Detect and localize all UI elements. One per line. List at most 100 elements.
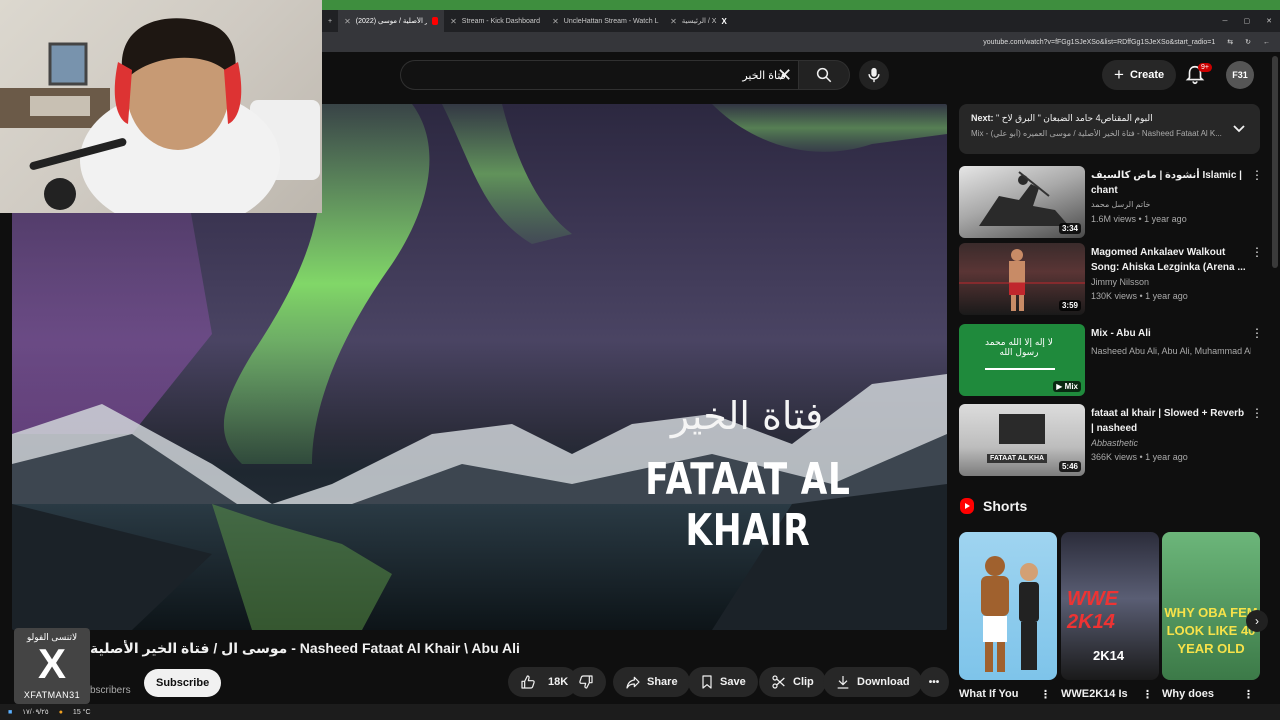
up-next-title: " البوم المقناص4 حامد الضبعان " البرق لا… bbox=[996, 113, 1153, 123]
maximize-icon[interactable]: ▢ bbox=[1244, 17, 1251, 25]
download-label: Download bbox=[857, 676, 910, 688]
video-duration: 3:34 bbox=[1058, 223, 1081, 234]
channel-name[interactable]: خاتم الرسل محمد bbox=[1091, 200, 1251, 209]
short-title[interactable]: Why does bbox=[1162, 688, 1214, 700]
tab-kick-dashboard[interactable]: ✕ Stream - Kick Dashboard bbox=[444, 10, 546, 32]
subscribe-button[interactable]: Subscribe bbox=[144, 669, 222, 697]
search-input[interactable]: فتاة الخير bbox=[400, 60, 798, 90]
x-logo-icon: X bbox=[37, 640, 66, 687]
shorts-icon bbox=[960, 498, 974, 514]
video-thumbnail[interactable]: 3:59 bbox=[959, 243, 1085, 315]
video-title[interactable]: fataat al khair | Slowed + Reverb | nash… bbox=[1091, 406, 1246, 436]
shorts-label: Shorts bbox=[983, 498, 1028, 514]
tab-label: الرئيسية / X bbox=[681, 18, 717, 25]
thumbnail-text: FATAAT AL KHA bbox=[987, 454, 1048, 463]
list-item[interactable]: 3:34 أنشودة | ماض كالسيف Islamic | chant… bbox=[959, 166, 1269, 238]
back-icon[interactable]: ← bbox=[1263, 39, 1270, 46]
voice-search-button[interactable] bbox=[859, 60, 889, 90]
video-title: موسى ال / فتاة الخير الأصلية - Nasheed F… bbox=[90, 640, 520, 656]
vertical-dots-icon[interactable]: ⋮ bbox=[1251, 246, 1263, 258]
vertical-dots-icon[interactable]: ⋮ bbox=[1040, 688, 1051, 701]
plus-icon: + bbox=[1114, 65, 1124, 84]
thumbs-up-icon bbox=[521, 675, 535, 689]
share-button[interactable]: Share bbox=[613, 667, 690, 697]
download-icon bbox=[837, 676, 849, 689]
channel-name[interactable]: Jimmy Nilsson bbox=[1091, 277, 1251, 287]
tab-label: فتاة الخير الأصلية / موسى (2022) bbox=[355, 18, 428, 25]
short-thumbnail-art bbox=[981, 556, 1039, 672]
vertical-dots-icon[interactable]: ⋮ bbox=[1251, 327, 1263, 339]
channel-name[interactable]: Nasheed Abu Ali, Abu Ali, Muhammad Al ..… bbox=[1091, 346, 1251, 356]
video-thumbnail[interactable]: FATAAT AL KHA 5:46 bbox=[959, 404, 1085, 476]
thumbs-down-icon bbox=[579, 675, 593, 689]
search-icon bbox=[816, 67, 832, 83]
up-next-card[interactable]: Next: " البوم المقناص4 حامد الضبعان " ال… bbox=[959, 104, 1260, 154]
video-thumbnail[interactable]: 3:34 bbox=[959, 166, 1085, 238]
list-item[interactable]: لا إله إلا الله محمد رسول الله ▶ Mix Mix… bbox=[959, 324, 1269, 396]
subscriber-count: bscribers bbox=[90, 685, 131, 696]
close-tab-icon[interactable]: ✕ bbox=[450, 17, 457, 26]
taskbar-date: ١٧/٠٩/٢٥ bbox=[22, 709, 49, 716]
list-item[interactable]: 3:59 Magomed Ankalaev Walkout Song: Ahis… bbox=[959, 243, 1269, 315]
video-meta: 130K views • 1 year ago bbox=[1091, 291, 1188, 301]
short-card[interactable]: WHY OBA FEM LOOK LIKE 40 YEAR OLD bbox=[1162, 532, 1260, 680]
create-label: Create bbox=[1129, 69, 1165, 81]
create-button[interactable]: + Create bbox=[1102, 60, 1177, 90]
video-title[interactable]: Mix - Abu Ali bbox=[1091, 326, 1246, 341]
save-button[interactable]: Save bbox=[688, 667, 758, 697]
video-title[interactable]: أنشودة | ماض كالسيف Islamic | chant bbox=[1091, 168, 1246, 198]
shorts-next-button[interactable]: › bbox=[1246, 610, 1268, 632]
account-avatar[interactable]: F31 bbox=[1226, 61, 1254, 89]
search-button[interactable] bbox=[798, 60, 850, 90]
minimize-icon[interactable]: ─ bbox=[1223, 18, 1228, 25]
short-card[interactable]: WWE 2K14 2K14 bbox=[1061, 532, 1159, 680]
windows-start-icon[interactable]: ■ bbox=[8, 709, 12, 716]
tab-new[interactable]: + bbox=[322, 10, 338, 32]
mix-thumbnail[interactable]: لا إله إلا الله محمد رسول الله ▶ Mix bbox=[959, 324, 1085, 396]
share-icon bbox=[626, 676, 640, 689]
tab-youtube[interactable]: ✕ فتاة الخير الأصلية / موسى (2022) bbox=[338, 10, 445, 32]
close-tab-icon[interactable]: ✕ bbox=[552, 17, 559, 26]
download-button[interactable]: Download bbox=[823, 667, 922, 697]
video-overlay-arabic-title: فتاة الخير bbox=[670, 394, 824, 438]
vertical-dots-icon[interactable]: ⋮ bbox=[1251, 169, 1263, 181]
flag-sword bbox=[985, 368, 1055, 370]
webcam-scene-art bbox=[0, 18, 320, 213]
clear-search-icon[interactable]: ✕ bbox=[777, 65, 792, 85]
close-window-icon[interactable]: ✕ bbox=[1266, 17, 1272, 25]
extensions-icon[interactable]: ⇆ bbox=[1227, 38, 1233, 46]
youtube-icon bbox=[432, 17, 439, 25]
video-meta: 366K views • 1 year ago bbox=[1091, 452, 1188, 462]
vertical-dots-icon[interactable]: ⋮ bbox=[1142, 688, 1153, 701]
tab-bar: + ✕ فتاة الخير الأصلية / موسى (2022) ✕ S… bbox=[322, 10, 1280, 32]
x-icon: X bbox=[721, 16, 727, 26]
channel-name[interactable]: Abbasthetic bbox=[1091, 438, 1251, 448]
video-title[interactable]: Magomed Ankalaev Walkout Song: Ahiska Le… bbox=[1091, 245, 1246, 275]
tab-x[interactable]: ✕ الرئيسية / X X bbox=[664, 10, 732, 32]
reload-icon[interactable]: ↻ bbox=[1245, 38, 1251, 46]
taskbar-temperature: 15 °C bbox=[72, 708, 91, 716]
short-title[interactable]: What If You bbox=[959, 688, 1018, 700]
tab-label: UncleHattan Stream - Watch L bbox=[563, 17, 659, 25]
list-item[interactable]: FATAAT AL KHA 5:46 fataat al khair | Slo… bbox=[959, 404, 1269, 476]
up-next-line: Next: " البوم المقناص4 حامد الضبعان " ال… bbox=[971, 113, 1248, 124]
short-card[interactable] bbox=[959, 532, 1057, 680]
save-label: Save bbox=[720, 676, 746, 688]
video-meta: 1.6M views • 1 year ago bbox=[1091, 214, 1187, 224]
scrollbar[interactable] bbox=[1272, 56, 1278, 268]
vertical-dots-icon[interactable]: ⋮ bbox=[1243, 688, 1254, 701]
close-tab-icon[interactable]: ✕ bbox=[344, 17, 351, 26]
close-tab-icon[interactable]: ✕ bbox=[670, 17, 677, 26]
clip-button[interactable]: Clip bbox=[759, 667, 826, 697]
more-actions-button[interactable]: ••• bbox=[919, 667, 949, 697]
short-title[interactable]: WWE2K14 Is bbox=[1061, 688, 1128, 700]
short-caption: WHY OBA FEM LOOK LIKE 40 YEAR OLD bbox=[1164, 605, 1258, 656]
address-bar[interactable]: youtube.com/watch?v=fFGg1SJeXSo&list=RDf… bbox=[322, 32, 1280, 52]
tab-kick-stream[interactable]: ✕ UncleHattan Stream - Watch L bbox=[546, 10, 664, 32]
vertical-dots-icon[interactable]: ⋮ bbox=[1251, 407, 1263, 419]
dislike-button[interactable] bbox=[568, 667, 606, 697]
mix-label: Mix bbox=[1064, 382, 1078, 391]
mic-icon bbox=[868, 67, 880, 83]
scissors-icon bbox=[772, 675, 785, 689]
chevron-down-icon[interactable] bbox=[1232, 122, 1246, 136]
